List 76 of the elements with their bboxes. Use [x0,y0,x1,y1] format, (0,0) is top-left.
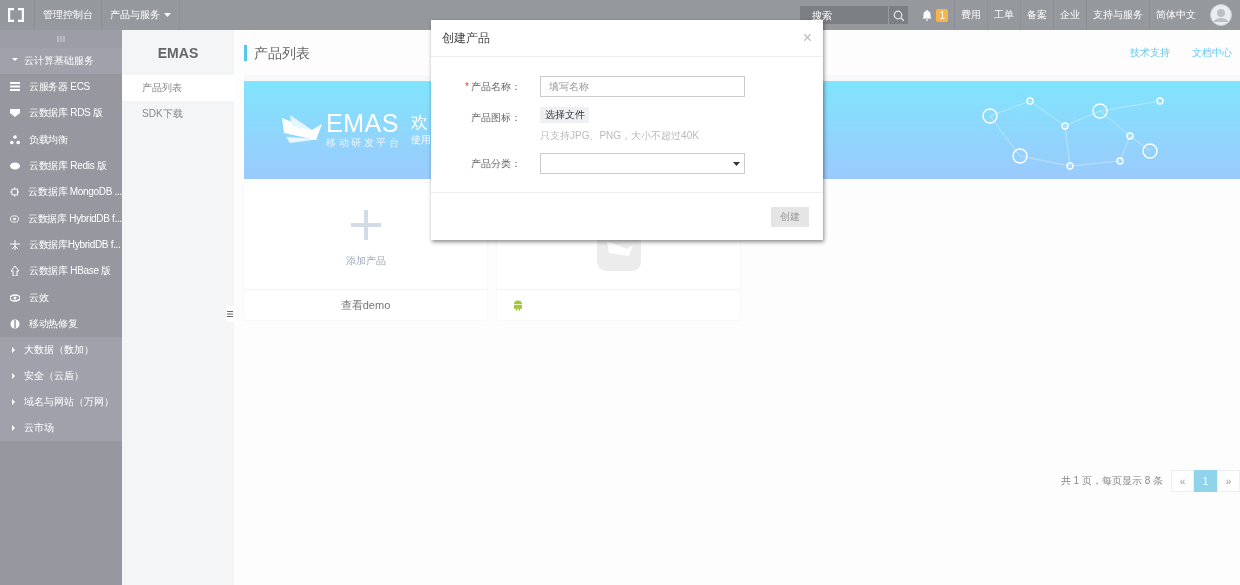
caret-icon [733,161,740,166]
android-icon [513,299,523,311]
header-link[interactable]: 技术支持 [1130,45,1170,60]
sidebar-item[interactable]: 云数据库 RDS 版 [0,100,122,127]
item-icon [10,292,20,303]
sidebar-item[interactable]: 云数据库 HBase 版 [0,258,122,285]
nav-link[interactable]: 备案 [1020,0,1053,30]
item-icon [10,134,20,145]
welcome-text: 欢 [411,113,429,133]
caret-right-icon [12,346,18,353]
avatar-icon[interactable] [1210,4,1232,26]
caret-right-icon [12,372,18,379]
item-icon [10,82,20,93]
sidebar-section[interactable]: 安全（云盾） [0,362,122,389]
sidebar-item[interactable]: 移动热修复 [0,310,122,337]
subnav-item[interactable]: SDK下载 [122,101,234,127]
upload-hint: 只支持JPG、PNG，大小不超过40K [540,129,699,143]
paper-plane-icon [280,115,324,145]
item-icon [10,187,20,198]
header-link[interactable]: 文档中心 [1192,45,1232,60]
dialog-title: 创建产品 [442,29,490,47]
sidebar-section[interactable]: 大数据（数加） [0,336,122,363]
required-mark: * [465,81,469,92]
nav-link[interactable]: 支持与服务 [1086,0,1149,30]
bell-icon[interactable] [922,9,933,21]
item-icon [10,161,20,172]
welcome-subtext: 使用 [411,133,431,147]
logo-icon[interactable] [8,8,24,22]
nav-link[interactable]: 工单 [987,0,1020,30]
item-icon [10,266,20,277]
caret-right-icon [12,398,18,405]
collapse-icon[interactable] [57,36,65,42]
sidebar-section[interactable]: 云市场 [0,414,122,441]
item-icon [10,239,20,250]
caret-icon [164,13,171,17]
choose-file-button[interactable]: 选择文件 [540,107,589,123]
category-select[interactable] [540,153,745,174]
notification-badge: 1 [936,8,948,22]
logo-text: EMAS [326,110,400,136]
search-icon [893,9,905,21]
field-label: 产品图标： [471,110,521,125]
item-icon [10,318,20,329]
add-product-label: 添加产品 [345,254,386,268]
sidebar-item[interactable]: 云数据库 MongoDB ... [0,179,122,206]
sidebar-item[interactable]: 负载均衡 [0,126,122,153]
nav-link[interactable]: 简体中文 [1149,0,1202,30]
pagination-summary: 共 1 页，每页显示 8 条 [1060,474,1163,488]
product-title: EMAS [156,43,200,63]
item-icon [10,108,20,119]
sidebar-section[interactable]: 云计算基础服务 [0,48,122,74]
subnav-item[interactable]: 产品列表 [122,75,234,101]
plus-icon [350,210,381,240]
logo-subtitle: 移动研发平台 [326,136,401,150]
sidebar-section[interactable]: 域名与网站（万网） [0,388,122,415]
nav-link[interactable]: 费用 [954,0,987,30]
page-button[interactable]: 1 [1194,470,1217,492]
field-label: 产品名称： [471,79,521,94]
caret-right-icon [12,424,18,431]
name-input[interactable]: 填写名称 [540,76,745,97]
item-icon [10,213,19,224]
sidebar-item[interactable]: 云数据库HybridDB f... [0,231,122,259]
caret-down-icon [12,58,18,64]
menu-icon[interactable] [227,311,233,317]
sidebar-item[interactable]: 云数据库 Redis 版 [0,152,122,180]
sidebar-item[interactable]: 云效 [0,284,122,311]
previous-page-button[interactable]: « [1171,470,1194,492]
nav-link[interactable]: 企业 [1053,0,1086,30]
search-field[interactable]: 搜索 [800,6,889,24]
field-label: 产品分类： [471,156,521,171]
page-title: 产品列表 [244,44,310,61]
add-product-card[interactable]: 添加产品 查看demo [244,183,487,320]
next-page-button[interactable]: » [1217,470,1240,492]
demo-link[interactable]: 查看demo [244,290,487,320]
sidebar-item[interactable]: 云数据库 HybridDB f... [0,205,122,232]
close-button[interactable]: × [802,29,812,47]
sidebar-item[interactable]: 云服务器 ECS [0,74,122,101]
